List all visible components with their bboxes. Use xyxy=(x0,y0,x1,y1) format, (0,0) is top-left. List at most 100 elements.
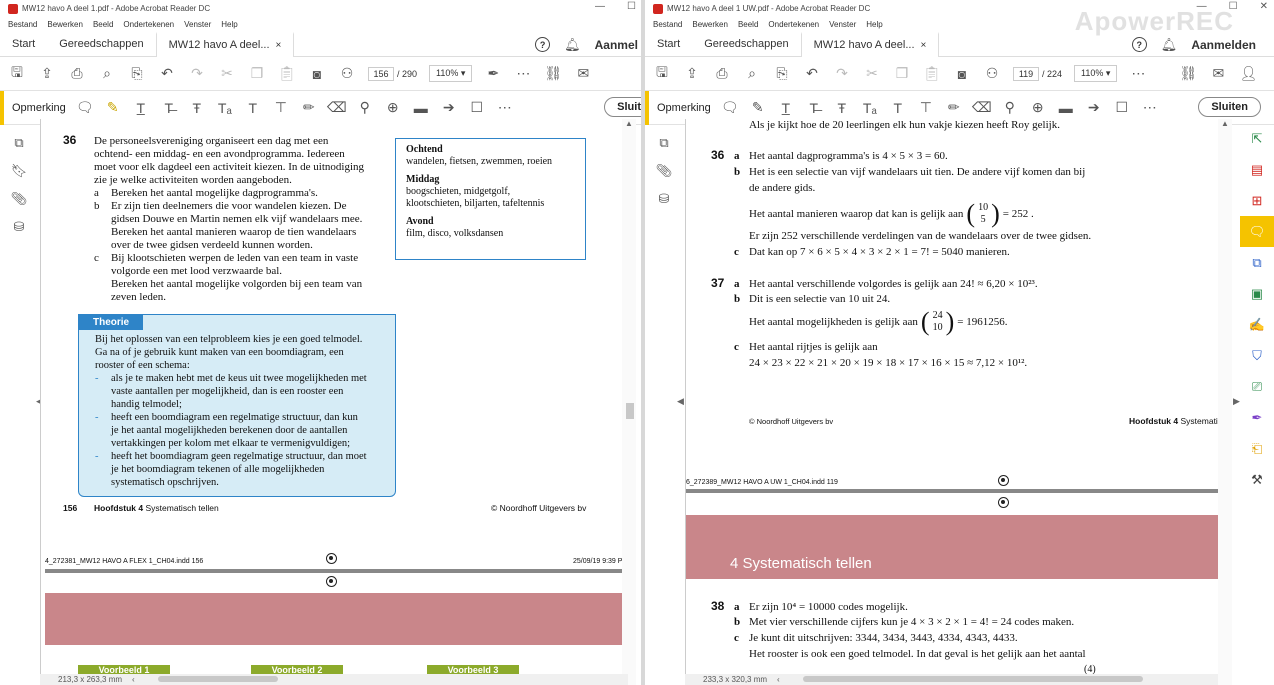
close-comment-button[interactable]: Sluit xyxy=(604,97,642,117)
export-pdf-icon[interactable]: ⇱ xyxy=(1240,123,1274,154)
stamp-icon[interactable]: ⚲ xyxy=(356,99,374,117)
sticky-note-icon[interactable]: 🗨 xyxy=(76,99,94,117)
undo-icon[interactable]: ↶ xyxy=(803,65,821,83)
binoculars-icon[interactable]: ⚇ xyxy=(338,65,356,83)
bookmark-icon[interactable]: 🔖︎ xyxy=(11,163,28,179)
page-number-input[interactable]: 156 xyxy=(368,66,394,81)
save-icon[interactable]: 🖫 xyxy=(8,64,26,83)
menu-help[interactable]: Help xyxy=(866,20,882,29)
undo-icon[interactable]: ↶ xyxy=(158,65,176,83)
more-tools-icon[interactable]: ⋯ xyxy=(496,99,514,117)
menu-bewerken[interactable]: Bewerken xyxy=(692,20,728,29)
sign-in-link[interactable]: Aanmelden xyxy=(1191,38,1256,52)
page-number-input[interactable]: 119 xyxy=(1013,66,1039,81)
search-icon[interactable]: ⌕ xyxy=(743,65,761,83)
binoculars-icon[interactable]: ⚇ xyxy=(983,65,1001,83)
arrow-icon[interactable]: ➔ xyxy=(1085,99,1103,117)
paste-icon[interactable]: 📋︎ xyxy=(278,65,296,83)
more-tools-icon[interactable]: ⋯ xyxy=(1141,99,1159,117)
tools-icon[interactable]: ⚒ xyxy=(1240,464,1274,495)
arrow-icon[interactable]: ➔ xyxy=(440,99,458,117)
underline-text-icon[interactable]: T̲ xyxy=(777,99,795,117)
bell-icon[interactable]: 🔔︎ xyxy=(1161,37,1178,53)
scroll-thumb[interactable] xyxy=(626,403,634,419)
combine-files-icon[interactable]: ⧉ xyxy=(1240,247,1274,278)
attachment-icon[interactable]: 📎︎ xyxy=(11,191,28,207)
maximize-icon[interactable]: ☐ xyxy=(627,1,636,12)
attach-icon[interactable]: ⊕ xyxy=(1029,99,1047,117)
share-icon[interactable]: ⎘ xyxy=(773,65,791,83)
upload-icon[interactable]: ⇪ xyxy=(38,65,56,83)
add-user-icon[interactable]: 👤︎ xyxy=(1239,65,1258,83)
menu-beeld[interactable]: Beeld xyxy=(738,20,758,29)
menu-bestand[interactable]: Bestand xyxy=(653,20,682,29)
menu-ondertekenen[interactable]: Ondertekenen xyxy=(768,20,819,29)
menu-ondertekenen[interactable]: Ondertekenen xyxy=(123,20,174,29)
layers-icon[interactable]: ⛁ xyxy=(11,219,27,235)
sign-in-link[interactable]: Aanmel xyxy=(595,38,638,52)
scan-icon[interactable]: ⎚ xyxy=(1240,371,1274,402)
scroll-left-icon[interactable]: ‹ xyxy=(777,675,780,684)
scroll-up-icon[interactable]: ▲ xyxy=(625,119,633,128)
redo-icon[interactable]: ↷ xyxy=(833,65,851,83)
tab-start[interactable]: Start xyxy=(645,32,692,57)
menu-help[interactable]: Help xyxy=(221,20,237,29)
create-pdf-icon[interactable]: ⊞ xyxy=(1240,185,1274,216)
paste-icon[interactable]: 📋︎ xyxy=(923,65,941,83)
send-file-icon[interactable]: ⎗ xyxy=(1240,433,1274,464)
right-horizontal-scrollbar[interactable]: 233,3 x 320,3 mm ‹ xyxy=(685,674,1218,685)
text-icon[interactable]: T xyxy=(244,99,262,117)
signature-icon[interactable]: ✒ xyxy=(1240,402,1274,433)
pages-icon[interactable]: ⧉ xyxy=(11,135,27,151)
pages-icon[interactable]: ⧉ xyxy=(656,135,672,151)
scroll-up-icon[interactable]: ▲ xyxy=(1221,119,1229,128)
pencil-icon[interactable]: ✏ xyxy=(300,99,318,117)
organize-pages-icon[interactable]: ▤ xyxy=(1240,154,1274,185)
sticky-note-icon[interactable]: 🗨 xyxy=(721,99,739,117)
left-horizontal-scrollbar[interactable]: 213,3 x 263,3 mm ‹ xyxy=(40,674,628,685)
more-icon[interactable]: ⋯ xyxy=(514,65,532,83)
left-vertical-scrollbar[interactable]: ▲ xyxy=(622,119,636,685)
attachment-icon[interactable]: 📎︎ xyxy=(656,163,673,179)
close-tab-icon[interactable]: × xyxy=(921,40,927,51)
help-icon[interactable]: ? xyxy=(535,37,551,52)
h-scroll-thumb[interactable] xyxy=(803,676,1143,682)
protect-icon[interactable]: ⛉ xyxy=(1240,340,1274,371)
zoom-select[interactable]: 110% ▾ xyxy=(429,65,473,82)
menu-venster[interactable]: Venster xyxy=(829,20,856,29)
collapse-left-arrow[interactable]: ◀ xyxy=(677,396,684,407)
tab-tools[interactable]: Gereedschappen xyxy=(692,32,800,57)
highlight-icon[interactable]: ✎ xyxy=(749,99,767,117)
tab-document[interactable]: MW12 havo A deel... × xyxy=(800,31,940,57)
menu-bewerken[interactable]: Bewerken xyxy=(47,20,83,29)
close-tab-icon[interactable]: × xyxy=(276,40,282,51)
print-icon[interactable]: ⎙ xyxy=(713,65,731,83)
underline-text-icon[interactable]: T̲ xyxy=(132,99,150,117)
snapshot-icon[interactable]: ◙ xyxy=(953,65,971,83)
menu-beeld[interactable]: Beeld xyxy=(93,20,113,29)
text-box-icon[interactable]: ⊤ xyxy=(272,99,290,117)
rectangle-icon[interactable]: ☐ xyxy=(1113,99,1131,117)
redo-icon[interactable]: ↷ xyxy=(188,65,206,83)
insert-text-icon[interactable]: Tₐ xyxy=(861,99,879,117)
tab-document[interactable]: MW12 havo A deel... × xyxy=(155,31,295,57)
line-icon[interactable]: ▬ xyxy=(412,99,430,117)
bell-icon[interactable]: 🔔︎ xyxy=(564,37,581,53)
copy-icon[interactable]: ❐ xyxy=(893,65,911,83)
link-icon[interactable]: ⛓ xyxy=(544,65,563,83)
cut-icon[interactable]: ✂ xyxy=(863,65,881,83)
snapshot-icon[interactable]: ◙ xyxy=(308,65,326,83)
search-icon[interactable]: ⌕ xyxy=(98,65,116,83)
text-box-icon[interactable]: ⊤ xyxy=(917,99,935,117)
strikethrough-icon[interactable]: T̶ xyxy=(805,99,823,117)
minimize-icon[interactable]: — xyxy=(595,1,605,12)
tab-tools[interactable]: Gereedschappen xyxy=(47,32,155,57)
insert-text-icon[interactable]: Tₐ xyxy=(216,99,234,117)
edit-pdf-icon[interactable]: ▣ xyxy=(1240,278,1274,309)
scroll-left-icon[interactable]: ‹ xyxy=(132,675,135,684)
comment-tool-icon[interactable]: 🗨 xyxy=(1240,216,1274,247)
close-window-icon[interactable]: ✕ xyxy=(1260,1,1268,12)
right-vertical-scrollbar[interactable]: ▲ xyxy=(1218,119,1232,685)
upload-icon[interactable]: ⇪ xyxy=(683,65,701,83)
copy-icon[interactable]: ❐ xyxy=(248,65,266,83)
